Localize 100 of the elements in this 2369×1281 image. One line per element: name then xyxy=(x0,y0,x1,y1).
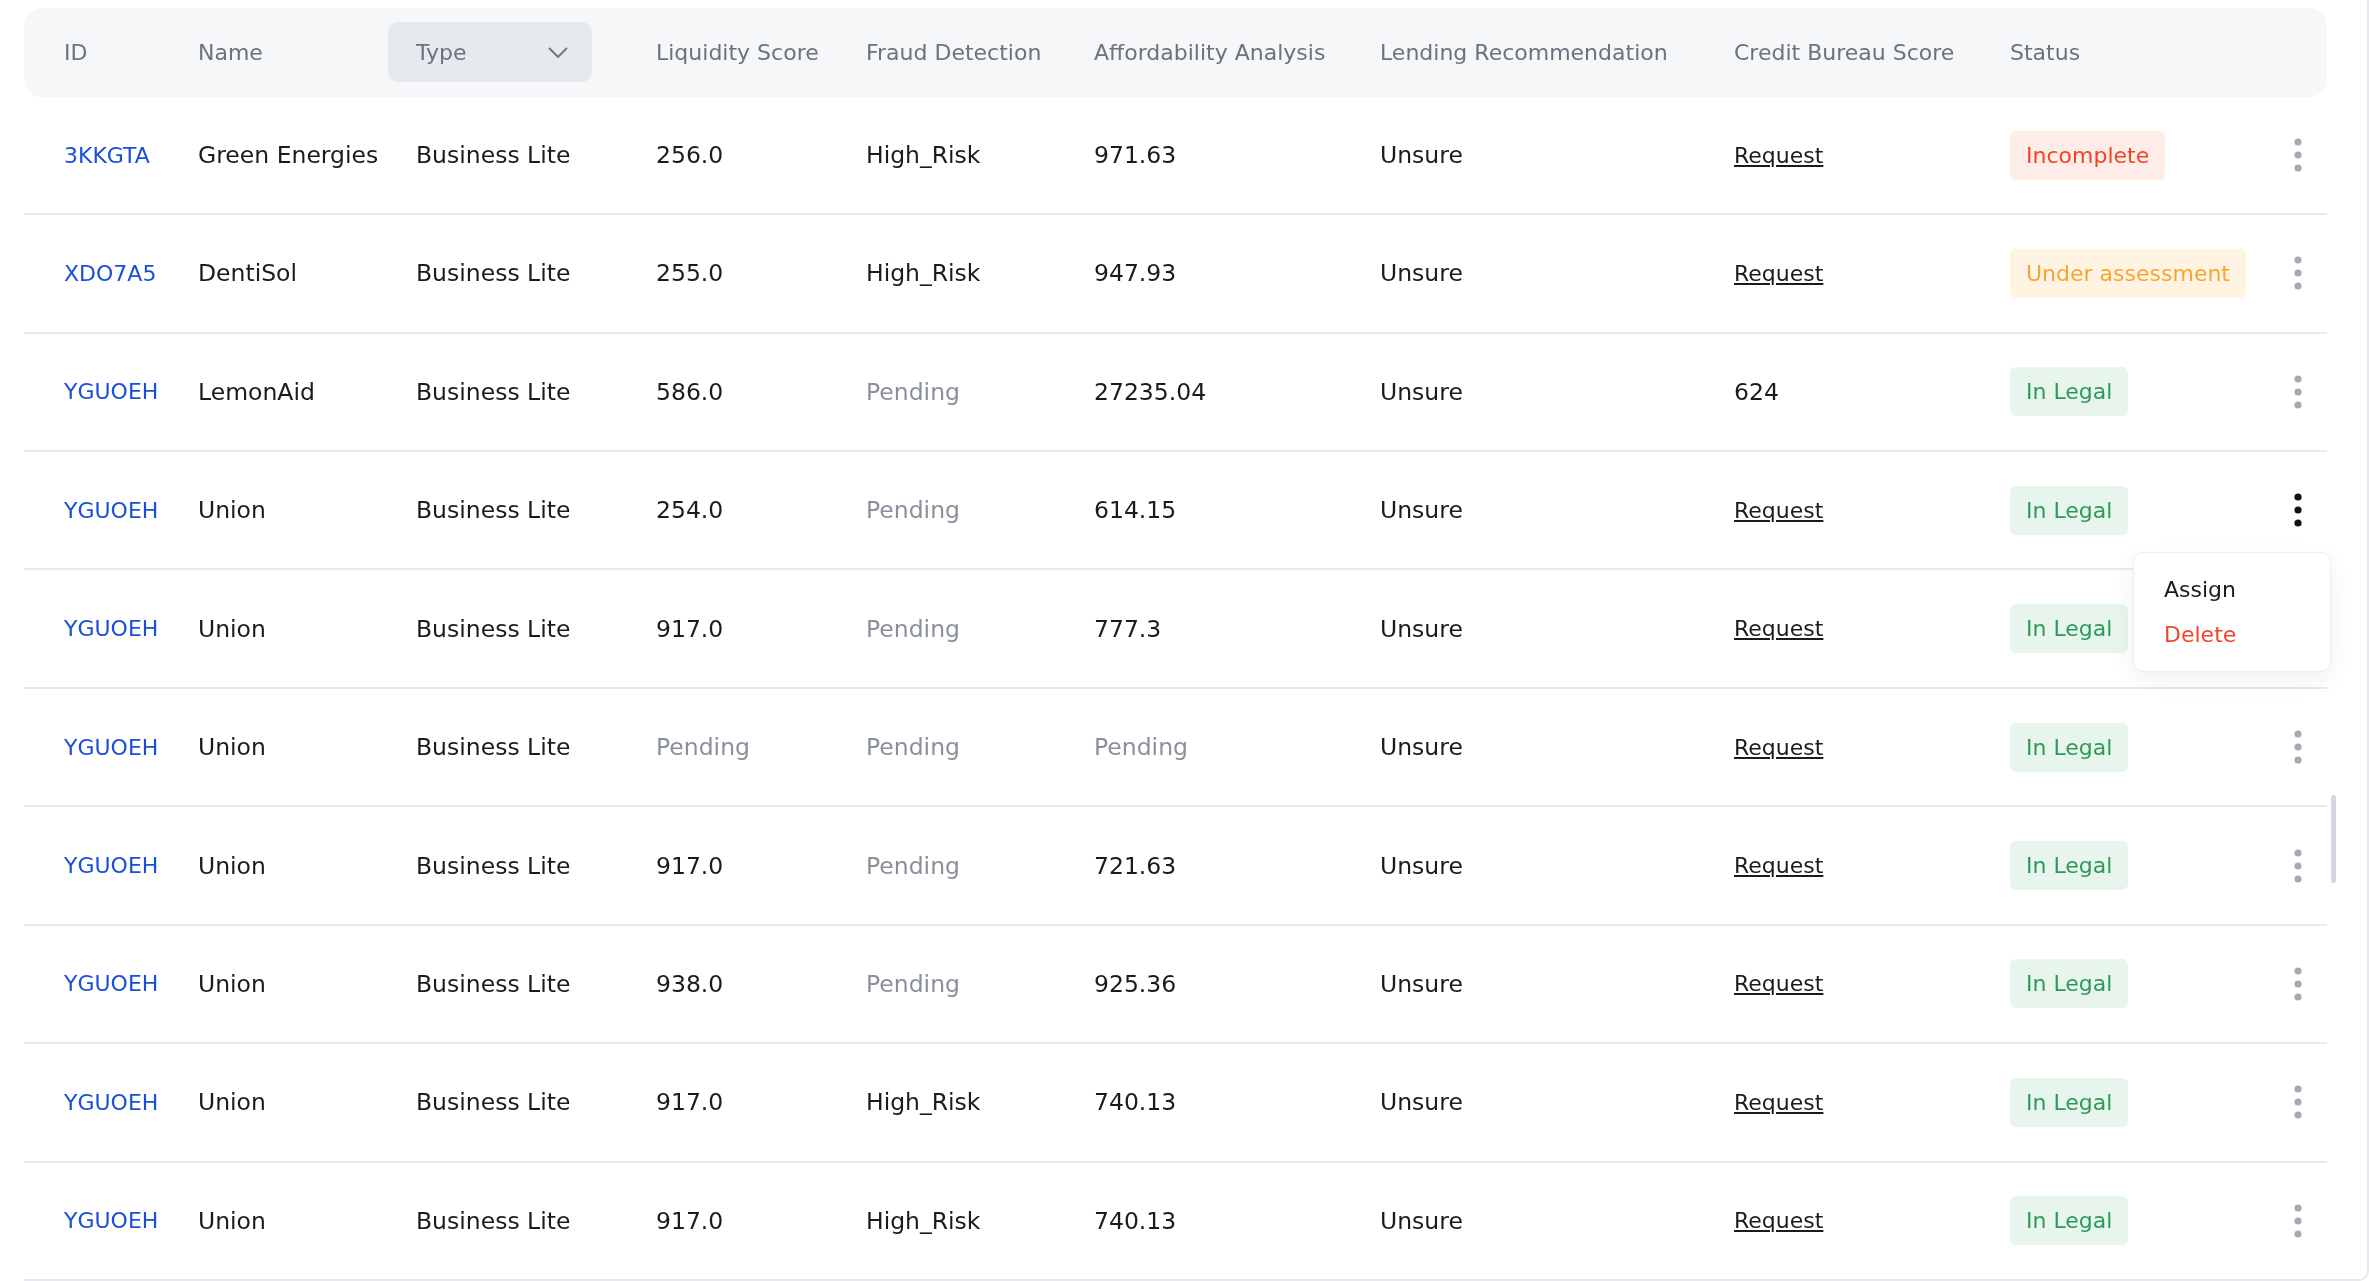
table-cell-text: Green Energies xyxy=(198,141,380,169)
table-cell-text: Pending xyxy=(866,733,961,762)
table-cell-text: Unsure xyxy=(1380,496,1464,525)
request-link[interactable]: Request xyxy=(1734,497,1824,523)
table-cell-text: 917.0 xyxy=(656,1088,725,1117)
table-cell-text: Pending xyxy=(866,377,961,406)
request-link[interactable]: Request xyxy=(1734,1089,1824,1115)
request-link[interactable]: Request xyxy=(1734,1208,1824,1234)
table-cell-text: Union xyxy=(198,614,267,643)
table-cell-text: Pending xyxy=(656,733,751,762)
column-header: Fraud Detection xyxy=(866,39,1043,65)
chevron-down-icon xyxy=(548,46,568,58)
status-badge: Incomplete xyxy=(2010,130,2166,180)
table-cell-text: 740.13 xyxy=(1094,1206,1178,1235)
id-link[interactable]: 3KKGTA xyxy=(64,142,198,168)
id-link[interactable]: YGUOEH xyxy=(64,853,198,879)
table-cell-text: Unsure xyxy=(1380,1088,1464,1117)
table-cell-text: 917.0 xyxy=(656,851,725,880)
table-cell-text: 925.36 xyxy=(1094,969,1178,998)
status-badge: In Legal xyxy=(2010,604,2129,654)
more-vertical-icon xyxy=(2294,256,2302,291)
type-dropdown[interactable]: Type xyxy=(388,22,592,83)
table-cell-text: 917.0 xyxy=(656,614,725,643)
more-vertical-icon xyxy=(2294,1085,2302,1120)
table-cell-text: LemonAid xyxy=(198,377,316,406)
column-header: Credit Bureau Score xyxy=(1734,39,1956,65)
table-cell-text: Business Lite xyxy=(416,141,572,169)
request-link[interactable]: Request xyxy=(1734,853,1824,879)
status-badge: In Legal xyxy=(2010,841,2129,891)
table-cell-text: Pending xyxy=(866,496,961,525)
status-badge: Under assessment xyxy=(2010,248,2246,298)
table-cell-text: Union xyxy=(198,851,267,880)
table-cell-text: Union xyxy=(198,496,267,525)
request-link[interactable]: Request xyxy=(1734,616,1824,642)
table-cell-text: Business Lite xyxy=(416,614,572,643)
table-cell-text: Business Lite xyxy=(416,1206,572,1235)
table-cell-text: 777.3 xyxy=(1094,614,1163,643)
status-badge: In Legal xyxy=(2010,1196,2129,1246)
table-cell-text: Union xyxy=(198,969,267,998)
status-badge: In Legal xyxy=(2010,959,2129,1009)
table-cell-text: 971.63 xyxy=(1094,141,1178,169)
table-cell-text: 586.0 xyxy=(656,377,725,406)
status-badge: In Legal xyxy=(2010,367,2129,417)
id-link[interactable]: YGUOEH xyxy=(64,497,198,523)
table-cell-text: Business Lite xyxy=(416,259,572,288)
table-cell-text: Unsure xyxy=(1380,969,1464,998)
column-header: Name xyxy=(198,39,264,65)
table-cell-text: 255.0 xyxy=(656,259,725,288)
request-link[interactable]: Request xyxy=(1734,142,1824,168)
table-cell-text: Business Lite xyxy=(416,851,572,880)
id-link[interactable]: XDO7A5 xyxy=(64,260,198,286)
table-cell-text: 254.0 xyxy=(656,496,725,525)
column-header: Liquidity Score xyxy=(656,39,820,65)
table-cell-text: 917.0 xyxy=(656,1206,725,1235)
table-cell-text: Unsure xyxy=(1380,733,1464,762)
id-link[interactable]: YGUOEH xyxy=(64,379,198,405)
table-cell-text: High_Risk xyxy=(866,259,982,288)
table-cell-text: Unsure xyxy=(1380,259,1464,288)
request-link[interactable]: Request xyxy=(1734,971,1824,997)
table-cell-text: Unsure xyxy=(1380,377,1464,406)
request-link[interactable]: Request xyxy=(1734,260,1824,286)
table-cell-text: Pending xyxy=(866,614,961,643)
table-cell-text: 740.13 xyxy=(1094,1088,1178,1117)
status-badge: In Legal xyxy=(2010,722,2129,772)
table-cell-text: Unsure xyxy=(1380,141,1464,169)
more-vertical-icon xyxy=(2294,374,2302,409)
table-cell-text: 721.63 xyxy=(1094,851,1178,880)
table-cell-text: High_Risk xyxy=(866,1206,982,1235)
id-link[interactable]: YGUOEH xyxy=(64,971,198,997)
column-header: Lending Recommendation xyxy=(1380,39,1669,65)
column-header: ID xyxy=(64,39,89,65)
more-vertical-icon xyxy=(2294,848,2302,883)
table-cell-text: 614.15 xyxy=(1094,496,1178,525)
table-cell-text: Business Lite xyxy=(416,496,572,525)
id-link[interactable]: YGUOEH xyxy=(64,1208,198,1234)
request-link[interactable]: Request xyxy=(1734,734,1824,760)
table-cell-text: Union xyxy=(198,1206,267,1235)
table-cell-text: Pending xyxy=(866,969,961,998)
table-cell-text: Business Lite xyxy=(416,969,572,998)
table-cell-text: 938.0 xyxy=(656,969,725,998)
table-cell-text: 947.93 xyxy=(1094,259,1178,288)
more-vertical-icon xyxy=(2294,138,2302,172)
scrollbar-thumb[interactable] xyxy=(2331,795,2336,883)
status-badge: In Legal xyxy=(2010,1077,2129,1127)
column-header: Affordability Analysis xyxy=(1094,39,1327,65)
table-cell-text: Pending xyxy=(1094,733,1189,762)
column-header: Status xyxy=(2010,39,2082,65)
id-link[interactable]: YGUOEH xyxy=(64,616,198,642)
table-cell-text: 624 xyxy=(1734,377,1780,406)
menu-item[interactable]: Delete xyxy=(2134,612,2330,658)
more-vertical-icon xyxy=(2294,730,2302,765)
table-cell-text: Business Lite xyxy=(416,1088,572,1117)
id-link[interactable]: YGUOEH xyxy=(64,734,198,760)
menu-item[interactable]: Assign xyxy=(2134,567,2330,613)
table-cell-text: High_Risk xyxy=(866,141,982,169)
table-cell-text: High_Risk xyxy=(866,1088,982,1117)
table-cell-text: Unsure xyxy=(1380,1206,1464,1235)
table-cell-text: Pending xyxy=(866,851,961,880)
id-link[interactable]: YGUOEH xyxy=(64,1089,198,1115)
more-vertical-icon xyxy=(2294,1203,2302,1238)
